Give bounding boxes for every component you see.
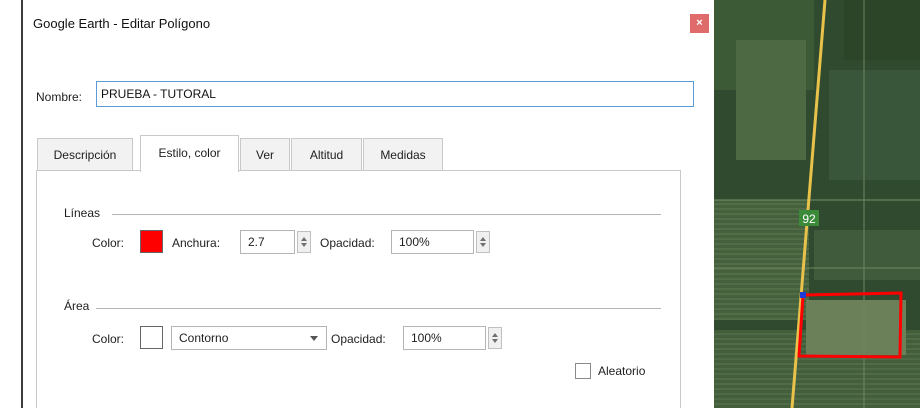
- map-field: [829, 70, 920, 180]
- tab-medidas[interactable]: Medidas: [363, 138, 443, 171]
- stepper-down-icon[interactable]: [301, 243, 307, 247]
- map-field: [844, 0, 920, 60]
- map-canvas[interactable]: 92: [714, 0, 920, 408]
- lines-color-swatch[interactable]: [140, 230, 163, 253]
- lines-section-title: Líneas: [64, 206, 101, 220]
- area-color-label: Color:: [92, 332, 125, 346]
- area-opacity-label: Opacidad:: [331, 332, 386, 346]
- lines-section-divider: [112, 214, 661, 215]
- name-input[interactable]: [96, 81, 694, 107]
- chevron-down-icon: [310, 336, 318, 341]
- lines-opacity-label: Opacidad:: [320, 236, 375, 250]
- map-field: [736, 40, 806, 160]
- lines-width-label: Anchura:: [172, 236, 221, 250]
- random-color-label: Aleatorio: [598, 364, 646, 378]
- lines-color-label: Color:: [92, 236, 125, 250]
- stepper-up-icon[interactable]: [301, 237, 307, 241]
- map-field: [814, 230, 920, 280]
- edit-polygon-dialog: Google Earth - Editar Polígono × Nombre:…: [0, 0, 714, 408]
- stepper-down-icon[interactable]: [492, 339, 498, 343]
- lines-width-stepper[interactable]: [297, 231, 311, 253]
- area-opacity-input[interactable]: 100%: [403, 326, 486, 350]
- name-label: Nombre:: [36, 90, 83, 104]
- tab-ver[interactable]: Ver: [240, 138, 290, 171]
- stepper-down-icon[interactable]: [480, 243, 486, 247]
- area-color-swatch[interactable]: [140, 326, 163, 349]
- area-fill-mode-value: Contorno: [179, 331, 229, 345]
- area-section-divider: [96, 308, 661, 309]
- stepper-up-icon[interactable]: [480, 237, 486, 241]
- stepper-up-icon[interactable]: [492, 333, 498, 337]
- tab-descripcion[interactable]: Descripción: [37, 138, 133, 171]
- window-edge: [0, 0, 23, 408]
- area-fill-mode-select[interactable]: Contorno: [171, 326, 327, 350]
- road-number-label: 92: [802, 212, 816, 226]
- lines-width-input[interactable]: 2.7: [240, 230, 295, 254]
- window-title: Google Earth - Editar Polígono: [33, 16, 211, 31]
- map-field: [806, 300, 906, 355]
- tab-altitud[interactable]: Altitud: [291, 138, 362, 171]
- tab-estilo-color[interactable]: Estilo, color: [140, 135, 239, 172]
- close-button[interactable]: ×: [690, 14, 709, 33]
- polygon-vertex-handle[interactable]: [800, 292, 806, 298]
- lines-opacity-input[interactable]: 100%: [391, 230, 474, 254]
- lines-opacity-stepper[interactable]: [476, 231, 490, 253]
- area-opacity-stepper[interactable]: [488, 327, 502, 349]
- random-color-checkbox[interactable]: [575, 363, 591, 379]
- satellite-map[interactable]: 92: [714, 0, 920, 408]
- map-field: [714, 200, 809, 320]
- area-section-title: Área: [64, 299, 90, 313]
